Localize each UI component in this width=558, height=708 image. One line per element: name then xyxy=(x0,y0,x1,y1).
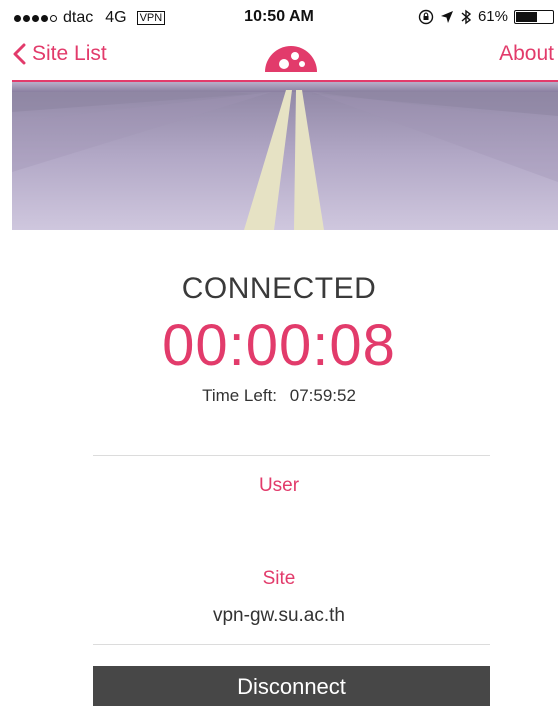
time-left: Time Left: 07:59:52 xyxy=(0,386,558,406)
chevron-left-icon xyxy=(13,43,26,65)
back-button-label: Site List xyxy=(32,42,107,65)
status-right: 61% xyxy=(418,8,554,25)
road-image xyxy=(12,82,558,230)
location-arrow-icon xyxy=(440,10,453,23)
bluetooth-icon xyxy=(461,9,472,24)
time-left-label: Time Left: xyxy=(202,386,278,405)
user-label: User xyxy=(258,475,300,496)
time-left-value: 07:59:52 xyxy=(289,386,356,405)
battery-icon xyxy=(514,9,554,24)
site-value: vpn-gw.su.ac.th xyxy=(212,605,346,626)
lock-rotation-icon xyxy=(418,9,434,24)
status-bar: dtac 4G VPN 10:50 AM 61% xyxy=(0,0,558,34)
about-button[interactable]: About xyxy=(499,42,554,66)
hero-image xyxy=(12,80,558,230)
divider-top xyxy=(93,455,490,456)
battery-percent: 61% xyxy=(477,8,508,25)
disconnect-button[interactable]: Disconnect xyxy=(93,666,490,706)
app-logo-icon xyxy=(265,46,317,72)
elapsed-timer: 00:00:08 xyxy=(162,313,396,378)
back-button[interactable]: Site List xyxy=(12,42,107,66)
site-label: Site xyxy=(262,568,296,589)
connection-status: CONNECTED xyxy=(181,272,377,305)
nav-bar: Site List About xyxy=(0,36,558,80)
battery-fill xyxy=(516,11,538,22)
divider-bottom xyxy=(93,644,490,645)
